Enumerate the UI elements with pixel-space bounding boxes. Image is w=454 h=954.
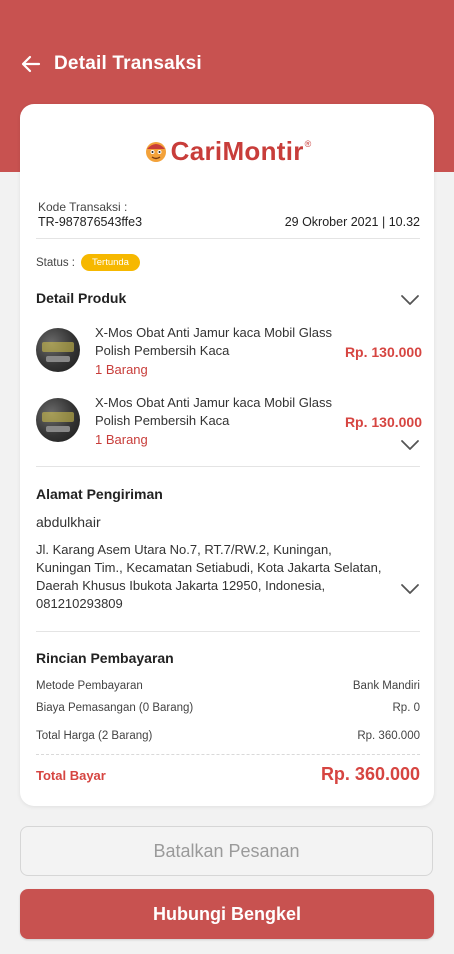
product-section-title: Detail Produk (36, 290, 127, 306)
divider (36, 466, 420, 467)
payment-row-value: Rp. 0 (392, 702, 421, 714)
transaction-code-label: Kode Transaksi : (38, 200, 128, 214)
shipping-address: Jl. Karang Asem Utara No.7, RT.7/RW.2, K… (36, 542, 382, 611)
payment-row-label: Biaya Pemasangan (0 Barang) (36, 702, 194, 714)
payment-row-value: Bank Mandiri (352, 680, 420, 692)
page-title: Detail Transaksi (54, 53, 202, 74)
status-label: Status : (36, 256, 75, 269)
registered-mark: ® (304, 139, 312, 149)
product-name: X-Mos Obat Anti Jamur kaca Mobil Glass P… (95, 325, 332, 358)
payment-row: Total Harga (2 Barang) Rp. 360.000 (36, 730, 420, 742)
shipping-section-title: Alamat Pengiriman (36, 486, 163, 502)
status-row: Status : Tertunda (36, 254, 140, 271)
payment-row: Biaya Pemasangan (0 Barang) Rp. 0 (36, 702, 420, 714)
product-item[interactable]: X-Mos Obat Anti Jamur kaca Mobil Glass P… (36, 394, 422, 454)
dashed-divider (36, 754, 420, 755)
total-label: Total Bayar (36, 768, 106, 783)
payment-row-label: Total Harga (2 Barang) (36, 730, 153, 742)
product-price: Rp. 130.000 (344, 414, 422, 430)
chevron-down-icon[interactable] (400, 438, 420, 452)
status-badge: Tertunda (81, 254, 140, 271)
transaction-code: TR-987876543ffe3 (38, 215, 143, 229)
contact-workshop-button[interactable]: Hubungi Bengkel (20, 889, 434, 939)
mechanic-mascot-icon (145, 142, 166, 162)
chevron-down-icon[interactable] (400, 293, 420, 307)
transaction-card: CariMontir ® Kode Transaksi : TR-9878765… (20, 104, 434, 806)
product-name: X-Mos Obat Anti Jamur kaca Mobil Glass P… (95, 395, 332, 428)
payment-row: Metode Pembayaran Bank Mandiri (36, 680, 420, 692)
payment-section-title: Rincian Pembayaran (36, 650, 174, 666)
divider (36, 238, 420, 239)
cancel-order-button[interactable]: Batalkan Pesanan (20, 826, 433, 876)
arrow-left-icon[interactable] (20, 53, 42, 75)
brand-name: CariMontir (170, 135, 304, 166)
product-quantity: 1 Barang (95, 432, 148, 447)
chevron-down-icon[interactable] (400, 582, 420, 596)
payment-row-value: Rp. 360.000 (357, 730, 420, 742)
product-thumbnail (36, 328, 80, 372)
product-price: Rp. 130.000 (344, 344, 422, 360)
recipient-name: abdulkhair (36, 514, 101, 530)
product-item[interactable]: X-Mos Obat Anti Jamur kaca Mobil Glass P… (36, 324, 422, 384)
payment-row-label: Metode Pembayaran (36, 680, 143, 692)
transaction-date: 29 Okrober 2021 | 10.32 (284, 215, 420, 229)
total-value: Rp. 360.000 (320, 764, 420, 784)
product-quantity: 1 Barang (95, 362, 148, 377)
product-thumbnail (36, 398, 80, 442)
divider (36, 631, 420, 632)
app-header: Detail Transaksi (0, 44, 454, 84)
brand-logo: CariMontir ® (20, 134, 434, 168)
